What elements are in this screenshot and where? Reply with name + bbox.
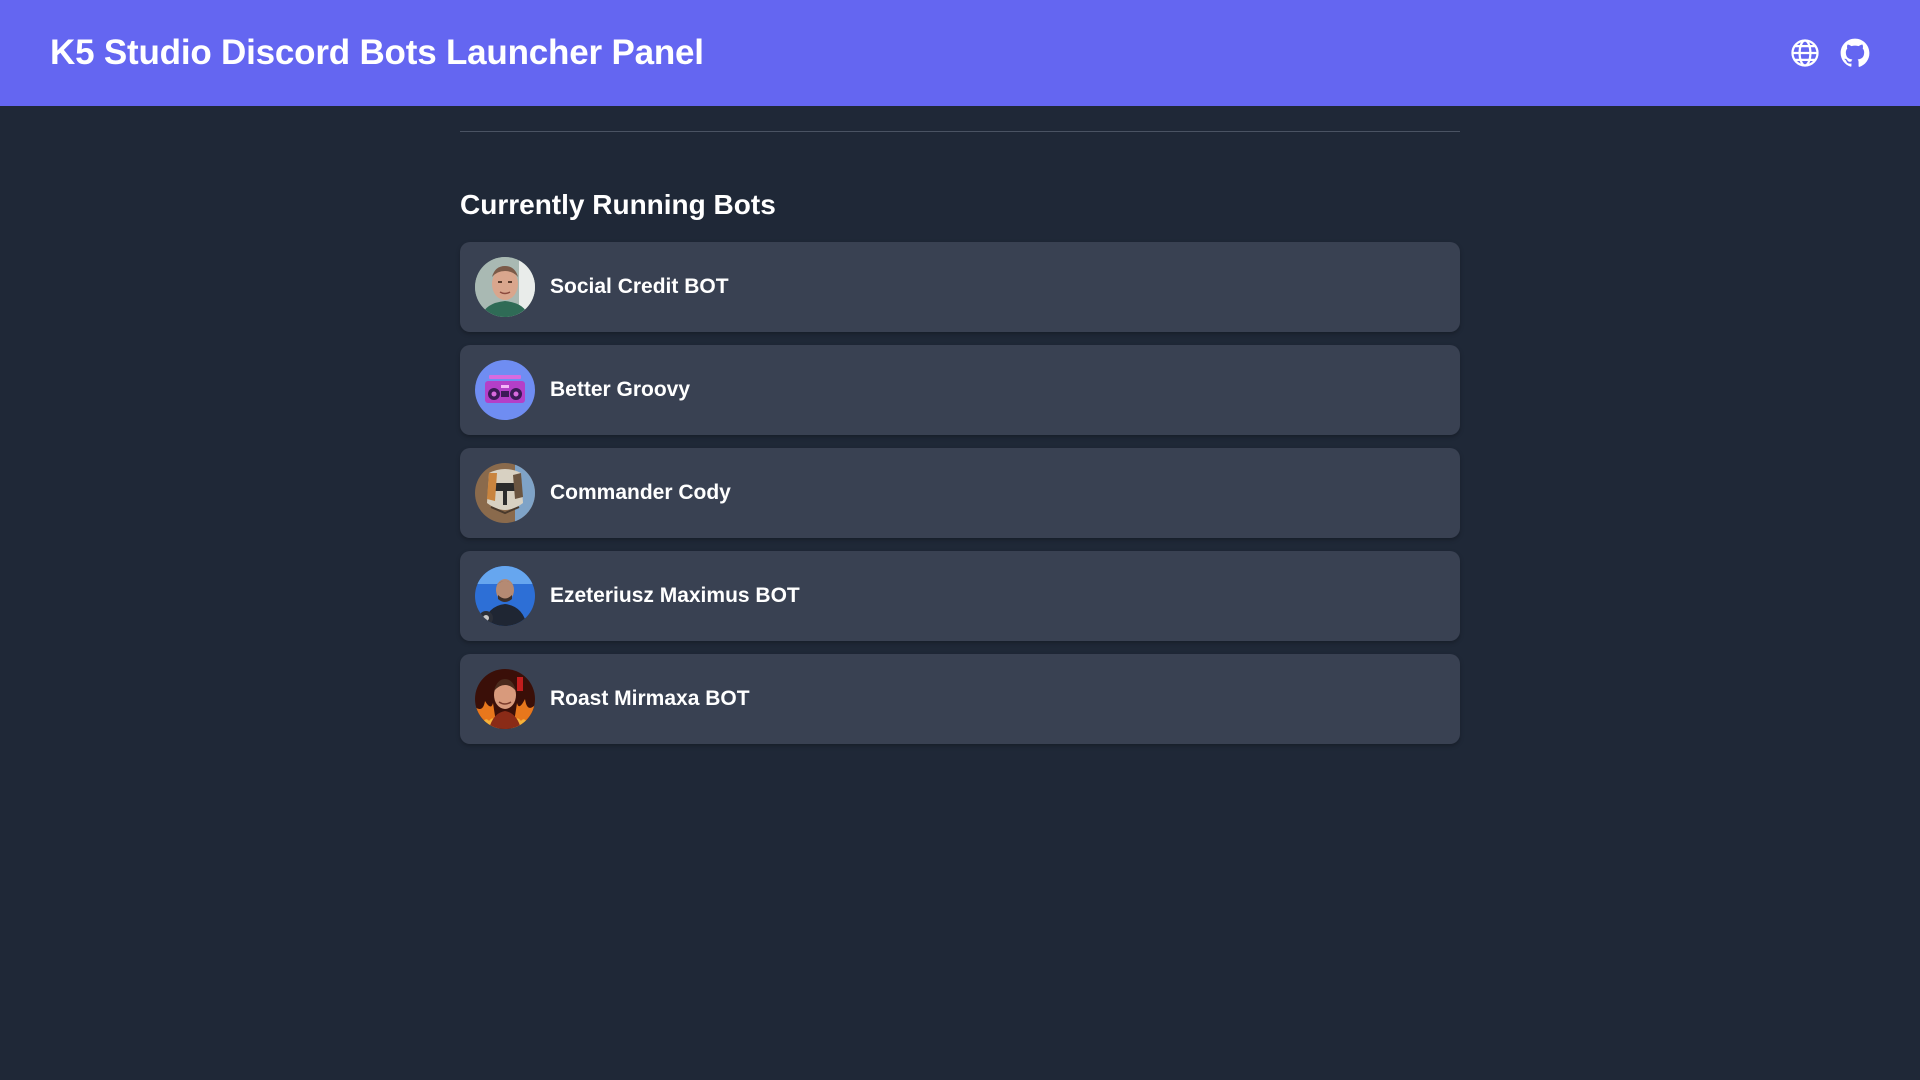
- avatar: [475, 257, 535, 317]
- bot-card-social-credit[interactable]: Social Credit BOT: [460, 242, 1460, 332]
- bot-card-roast-mirmaxa[interactable]: Roast Mirmaxa BOT: [460, 654, 1460, 744]
- github-icon[interactable]: [1840, 38, 1870, 68]
- avatar: [475, 360, 535, 420]
- avatar: [475, 463, 535, 523]
- avatar: [475, 566, 535, 626]
- bot-name: Ezeteriusz Maximus BOT: [550, 584, 800, 607]
- bot-list: Social Credit BOT Better Groovy Commande…: [460, 242, 1460, 744]
- section-title: Currently Running Bots: [460, 189, 776, 220]
- bot-card-better-groovy[interactable]: Better Groovy: [460, 345, 1460, 435]
- bot-card-ezeteriusz-maximus[interactable]: Ezeteriusz Maximus BOT: [460, 551, 1460, 641]
- bot-name: Social Credit BOT: [550, 275, 729, 298]
- bot-name: Better Groovy: [550, 378, 691, 401]
- globe-icon[interactable]: [1790, 38, 1820, 68]
- bot-name: Roast Mirmaxa BOT: [550, 687, 750, 710]
- bot-name: Commander Cody: [550, 481, 731, 504]
- main-content: Currently Running Bots Social Credit BOT: [460, 106, 1460, 744]
- app-title: K5 Studio Discord Bots Launcher Panel: [50, 33, 704, 72]
- bot-card-commander-cody[interactable]: Commander Cody: [460, 448, 1460, 538]
- avatar: [475, 669, 535, 729]
- top-icons: [1790, 38, 1870, 68]
- divider: [460, 131, 1460, 132]
- top-bar: K5 Studio Discord Bots Launcher Panel: [0, 0, 1920, 106]
